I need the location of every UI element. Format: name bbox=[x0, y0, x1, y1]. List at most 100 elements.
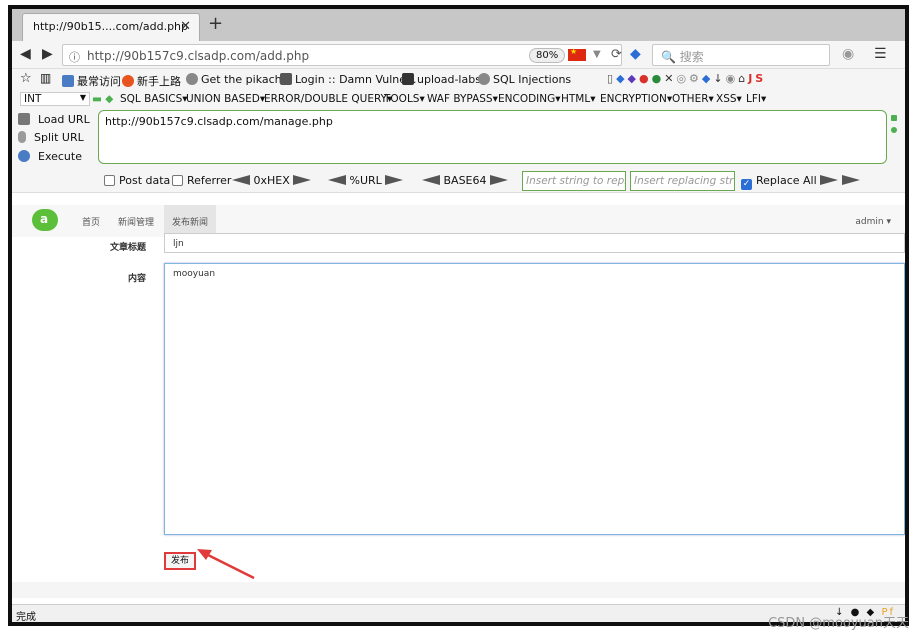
new-tab-icon[interactable]: + bbox=[208, 13, 223, 34]
address-bar[interactable]: ⓘ http://90b157c9.clsadp.com/add.php 80%… bbox=[62, 44, 622, 66]
forward-icon[interactable]: ▶ bbox=[42, 46, 53, 62]
search-input[interactable]: 🔍 搜索 bbox=[652, 44, 830, 66]
bookmarks-bar: ☆ ▥ 最常访问 新手上路 Get the pikachu Login :: D… bbox=[12, 69, 905, 91]
chevron-down-icon: ▼ bbox=[79, 93, 86, 102]
menu-label: ENCRYPTION bbox=[600, 93, 667, 105]
menu-label: LFI bbox=[746, 93, 761, 105]
hackbar-body: Load URL Split URL Execute http://90b157… bbox=[12, 109, 905, 169]
address-text: http://90b157c9.clsadp.com/add.php bbox=[87, 49, 310, 63]
execute-label: Execute bbox=[38, 150, 82, 163]
star-icon[interactable]: ☆ bbox=[20, 71, 32, 86]
hex-label: 0xHEX bbox=[253, 174, 290, 187]
menu-label: SQL BASICS bbox=[120, 93, 183, 105]
zoom-indicator[interactable]: 80% bbox=[529, 48, 566, 63]
bookmark-most-visited[interactable]: 最常访问 bbox=[62, 73, 121, 89]
tab-bar: http://90b15....com/add.php ✕ + bbox=[12, 9, 905, 41]
app-logo-icon[interactable] bbox=[32, 209, 58, 231]
menu-lfi[interactable]: LFI▾ bbox=[746, 93, 766, 105]
library-icon[interactable]: ▥ bbox=[40, 71, 51, 85]
bookmark-upload-labs[interactable]: upload-labs bbox=[402, 73, 481, 86]
reload-icon[interactable]: ⟳ bbox=[611, 47, 622, 62]
bookmark-dvwa[interactable]: Login :: Damn Vulne... bbox=[280, 73, 417, 86]
replace-back-arrow-icon[interactable] bbox=[841, 175, 860, 185]
url-encode-label: %URL bbox=[349, 174, 382, 187]
replace-all-checkbox[interactable]: ✓ Replace All bbox=[741, 174, 860, 190]
globe-icon bbox=[186, 73, 198, 85]
title-label: 文章标题 bbox=[110, 243, 147, 253]
menu-label: TOOLS bbox=[384, 93, 420, 105]
menu-label: XSS bbox=[716, 93, 737, 105]
menu-xss[interactable]: XSS▾ bbox=[716, 93, 742, 105]
decode-arrow-icon[interactable] bbox=[328, 175, 346, 185]
base64-control[interactable]: BASE64 bbox=[422, 174, 509, 187]
admin-menu[interactable]: admin ▾ bbox=[855, 217, 891, 227]
checkbox-checked-icon: ✓ bbox=[741, 179, 752, 190]
hackbar-expand-icon[interactable] bbox=[891, 127, 897, 133]
search-placeholder: 搜索 bbox=[679, 50, 704, 64]
menu-other[interactable]: OTHER▾ bbox=[672, 93, 714, 105]
hex-control[interactable]: 0xHEX bbox=[232, 174, 312, 187]
menu-union-based[interactable]: UNION BASED▾ bbox=[186, 93, 265, 105]
menu-label: UNION BASED bbox=[186, 93, 260, 105]
nav-news-manage[interactable]: 新闻管理 bbox=[118, 215, 154, 228]
back-icon[interactable]: ◀ bbox=[20, 46, 31, 62]
load-url-label: Load URL bbox=[38, 113, 90, 126]
menu-encryption[interactable]: ENCRYPTION▾ bbox=[600, 93, 672, 105]
shield-icon[interactable]: ◆ bbox=[630, 46, 641, 62]
hackbar-resize-icon[interactable] bbox=[891, 115, 897, 121]
insert-string-input[interactable]: Insert string to replace bbox=[522, 171, 626, 191]
execute-icon bbox=[18, 150, 30, 162]
close-tab-icon[interactable]: ✕ bbox=[180, 19, 191, 34]
content-textarea[interactable]: mooyuan bbox=[164, 263, 905, 535]
menu-encoding[interactable]: ENCODING▾ bbox=[498, 93, 561, 105]
checkbox-box bbox=[172, 175, 183, 186]
base64-label: BASE64 bbox=[443, 174, 487, 187]
bookmark-label: upload-labs bbox=[417, 73, 481, 86]
menu-error-double-query[interactable]: ERROR/DOUBLE QUERY▾ bbox=[264, 93, 392, 105]
menu-html[interactable]: HTML▾ bbox=[561, 93, 596, 105]
publish-button[interactable]: 发布 bbox=[164, 552, 196, 570]
post-data-checkbox[interactable]: Post data bbox=[104, 174, 170, 187]
post-data-label: Post data bbox=[119, 174, 171, 187]
title-input[interactable]: ljn bbox=[164, 233, 905, 253]
content-label: 内容 bbox=[128, 274, 147, 284]
encode-arrow-icon[interactable] bbox=[490, 175, 509, 185]
menu-label: OTHER bbox=[672, 93, 709, 105]
firefox-icon bbox=[122, 75, 134, 87]
hackbar-toggle-icon[interactable]: ▬ ◆ bbox=[92, 93, 113, 105]
hackbar-url-textarea[interactable]: http://90b157c9.clsadp.com/manage.php bbox=[98, 110, 887, 164]
referrer-checkbox[interactable]: Referrer bbox=[172, 174, 231, 187]
dropdown-arrow-icon[interactable]: ▼ bbox=[593, 49, 601, 60]
encode-arrow-icon[interactable] bbox=[385, 175, 404, 185]
decode-arrow-icon[interactable] bbox=[232, 175, 250, 185]
folder-icon bbox=[402, 73, 414, 85]
dvwa-icon bbox=[280, 73, 292, 85]
load-url-icon bbox=[18, 113, 30, 125]
browser-window: http://90b15....com/add.php ✕ + ◀ ▶ ⓘ ht… bbox=[8, 5, 909, 626]
china-flag-icon bbox=[568, 47, 586, 61]
tab-add-php[interactable]: http://90b15....com/add.php ✕ bbox=[22, 13, 200, 41]
bookmark-sql-injections[interactable]: SQL Injections bbox=[478, 73, 571, 86]
nav-home[interactable]: 首页 bbox=[82, 215, 100, 228]
bookmark-getting-started[interactable]: 新手上路 bbox=[122, 73, 181, 89]
menu-tools[interactable]: TOOLS▾ bbox=[384, 93, 425, 105]
replacing-string-input[interactable]: Insert replacing string bbox=[630, 171, 735, 191]
load-url-button[interactable]: Load URL bbox=[18, 113, 90, 126]
extension-icons[interactable]: ▯◆◆●●✕◎⚙◆↓◉⌂JS bbox=[607, 72, 766, 85]
split-url-button[interactable]: Split URL bbox=[18, 131, 84, 144]
hackbar-select[interactable]: INT ▼ bbox=[20, 92, 90, 106]
bookmark-icon bbox=[62, 75, 74, 87]
execute-button[interactable]: Execute bbox=[18, 150, 82, 163]
addon-icon[interactable]: ◉ bbox=[842, 46, 854, 62]
info-icon[interactable]: ⓘ bbox=[69, 49, 80, 65]
bookmark-pikachu[interactable]: Get the pikachu bbox=[186, 73, 289, 86]
menu-sql-basics[interactable]: SQL BASICS▾ bbox=[120, 93, 188, 105]
decode-arrow-icon[interactable] bbox=[422, 175, 440, 185]
globe-icon bbox=[478, 73, 490, 85]
menu-label: ERROR/DOUBLE QUERY bbox=[264, 93, 388, 105]
replace-arrow-icon[interactable] bbox=[820, 175, 839, 185]
encode-arrow-icon[interactable] bbox=[293, 175, 312, 185]
url-encode-control[interactable]: %URL bbox=[328, 174, 404, 187]
menu-icon[interactable]: ☰ bbox=[874, 46, 887, 62]
menu-waf-bypass[interactable]: WAF BYPASS▾ bbox=[427, 93, 498, 105]
